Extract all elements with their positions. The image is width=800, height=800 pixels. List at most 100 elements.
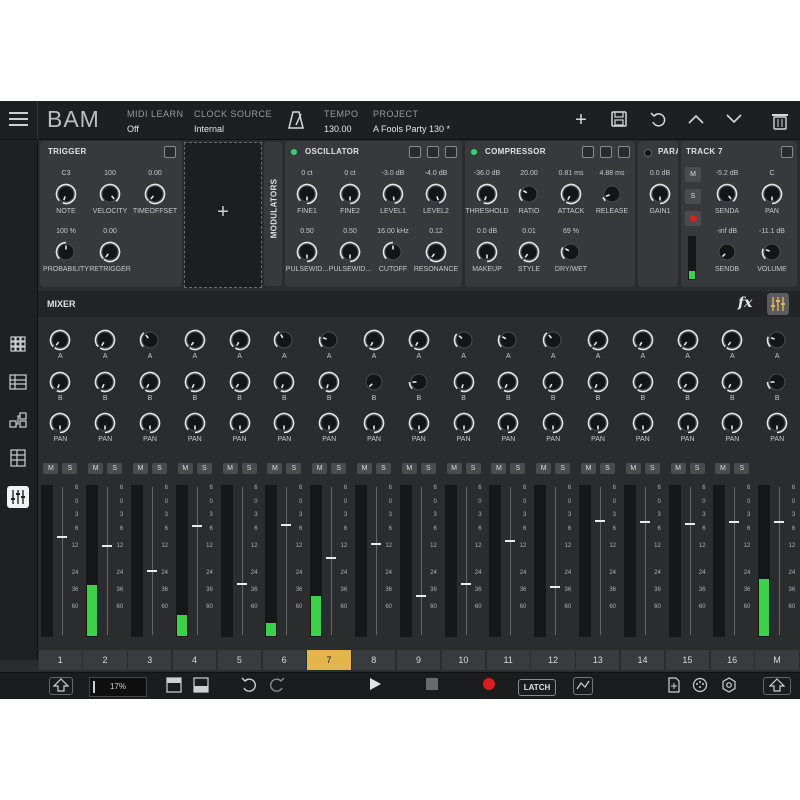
mixer-knob-b[interactable] <box>184 371 206 393</box>
fader-track[interactable] <box>152 487 153 635</box>
mixer-knob-b[interactable] <box>49 371 71 393</box>
midi-learn-value[interactable]: Off <box>127 124 139 134</box>
mixer-knob-b[interactable] <box>453 371 475 393</box>
fader-track[interactable] <box>107 487 109 635</box>
knob-pulsewid[interactable] <box>339 241 361 263</box>
volume-fader[interactable] <box>281 524 292 526</box>
channel-button-11[interactable]: 11 <box>486 650 530 670</box>
knob-retrigger[interactable] <box>99 241 121 263</box>
top-pane-icon[interactable] <box>164 677 184 695</box>
channel-solo-button[interactable]: S <box>465 463 481 474</box>
volume-fader[interactable] <box>729 521 740 524</box>
mixer-knob-pan[interactable] <box>542 412 564 434</box>
volume-fader[interactable] <box>460 583 471 586</box>
mixer-knob-a[interactable] <box>184 329 206 351</box>
chevron-up-icon[interactable] <box>686 111 706 129</box>
metronome-icon[interactable] <box>286 111 306 133</box>
channel-solo-button[interactable]: S <box>196 463 212 474</box>
mixer-knob-b[interactable] <box>497 371 519 393</box>
channel-solo-button[interactable]: S <box>689 463 705 474</box>
channel-solo-button[interactable]: S <box>555 463 571 474</box>
menu-icon[interactable] <box>9 112 28 126</box>
channel-mute-button[interactable]: M <box>133 463 148 474</box>
channel-mute-button[interactable]: M <box>670 463 686 474</box>
channel-button-M[interactable]: M <box>755 650 799 670</box>
knob-sendb[interactable] <box>716 241 738 263</box>
channel-mute-button[interactable]: M <box>267 463 283 474</box>
undo-icon[interactable] <box>648 111 668 131</box>
mixer-knob-b[interactable] <box>542 371 564 393</box>
channel-button-13[interactable]: 13 <box>576 650 620 670</box>
routing-view-icon[interactable] <box>7 409 29 431</box>
project-name[interactable]: A Fools Party 130 * <box>373 124 450 134</box>
play-icon[interactable] <box>365 677 385 695</box>
fader-track[interactable] <box>779 487 781 635</box>
mixer-knob-b[interactable] <box>94 371 116 393</box>
arranger-view-icon[interactable] <box>7 447 29 469</box>
mixer-knob-a[interactable] <box>766 329 788 351</box>
knob-fine2[interactable] <box>339 183 361 205</box>
volume-fader[interactable] <box>371 543 381 546</box>
channel-solo-button[interactable]: S <box>286 463 302 474</box>
knob-attack[interactable] <box>560 183 582 205</box>
channel-button-6[interactable]: 6 <box>262 650 306 670</box>
trash-icon[interactable] <box>770 111 790 135</box>
shift-icon[interactable] <box>763 677 791 695</box>
mixer-knob-a[interactable] <box>721 329 743 351</box>
mixer-knob-a[interactable] <box>677 329 699 351</box>
sequencer-view-icon[interactable] <box>7 371 29 393</box>
channel-solo-button[interactable]: S <box>107 463 123 474</box>
volume-fader[interactable] <box>505 540 516 543</box>
grid-icon[interactable] <box>600 146 612 158</box>
channel-button-8[interactable]: 8 <box>352 650 396 670</box>
mixer-knob-b[interactable] <box>318 371 340 393</box>
save-preset-icon[interactable] <box>409 146 421 158</box>
mixer-knob-pan[interactable] <box>632 412 654 434</box>
shift-icon[interactable] <box>49 677 73 695</box>
fader-track[interactable] <box>600 487 601 635</box>
knob-threshold[interactable] <box>476 183 498 205</box>
mixer-knob-pan[interactable] <box>318 412 340 434</box>
mixer-knob-pan[interactable] <box>49 412 71 434</box>
record-arm-button[interactable] <box>685 211 701 226</box>
mixer-knob-pan[interactable] <box>139 412 161 434</box>
knob-pan[interactable] <box>761 183 783 205</box>
mixer-toggle-icon[interactable] <box>767 293 789 315</box>
knob-fine1[interactable] <box>296 183 318 205</box>
knob-senda[interactable] <box>716 183 738 205</box>
mixer-knob-a[interactable] <box>542 329 564 351</box>
channel-mute-button[interactable]: M <box>491 463 507 474</box>
fader-track[interactable] <box>420 487 422 635</box>
volume-fader[interactable] <box>774 521 785 524</box>
knob-level1[interactable] <box>382 183 404 205</box>
channel-button-9[interactable]: 9 <box>396 650 441 670</box>
knob-timeoffset[interactable] <box>144 183 166 205</box>
mixer-knob-a[interactable] <box>273 329 295 351</box>
modulators-tab[interactable]: MODULATORS <box>264 142 282 286</box>
save-icon[interactable] <box>609 111 629 131</box>
gear-icon[interactable] <box>164 146 176 158</box>
fader-track[interactable] <box>196 487 198 635</box>
channel-solo-button[interactable]: S <box>600 463 615 474</box>
mixer-knob-pan[interactable] <box>273 412 295 434</box>
midi-icon[interactable] <box>690 677 710 695</box>
channel-solo-button[interactable]: S <box>510 463 526 474</box>
fader-track[interactable] <box>689 487 691 635</box>
mixer-knob-pan[interactable] <box>363 412 385 434</box>
mixer-knob-b[interactable] <box>229 371 251 393</box>
channel-solo-button[interactable]: S <box>644 463 660 474</box>
channel-mute-button[interactable]: M <box>43 463 59 474</box>
fader-track[interactable] <box>62 487 64 635</box>
channel-mute-button[interactable]: M <box>222 463 238 474</box>
latch-button[interactable]: LATCH <box>518 679 556 696</box>
track-mute-button[interactable]: M <box>685 167 701 182</box>
channel-button-12[interactable]: 12 <box>531 650 575 670</box>
mixer-knob-pan[interactable] <box>453 412 475 434</box>
mixer-knob-pan[interactable] <box>408 412 430 434</box>
mixer-knob-a[interactable] <box>363 329 385 351</box>
grid-view-icon[interactable] <box>7 333 29 355</box>
mixer-knob-a[interactable] <box>587 329 609 351</box>
fader-track[interactable] <box>734 487 736 635</box>
channel-mute-button[interactable]: M <box>177 463 193 474</box>
channel-button-3[interactable]: 3 <box>128 650 172 670</box>
